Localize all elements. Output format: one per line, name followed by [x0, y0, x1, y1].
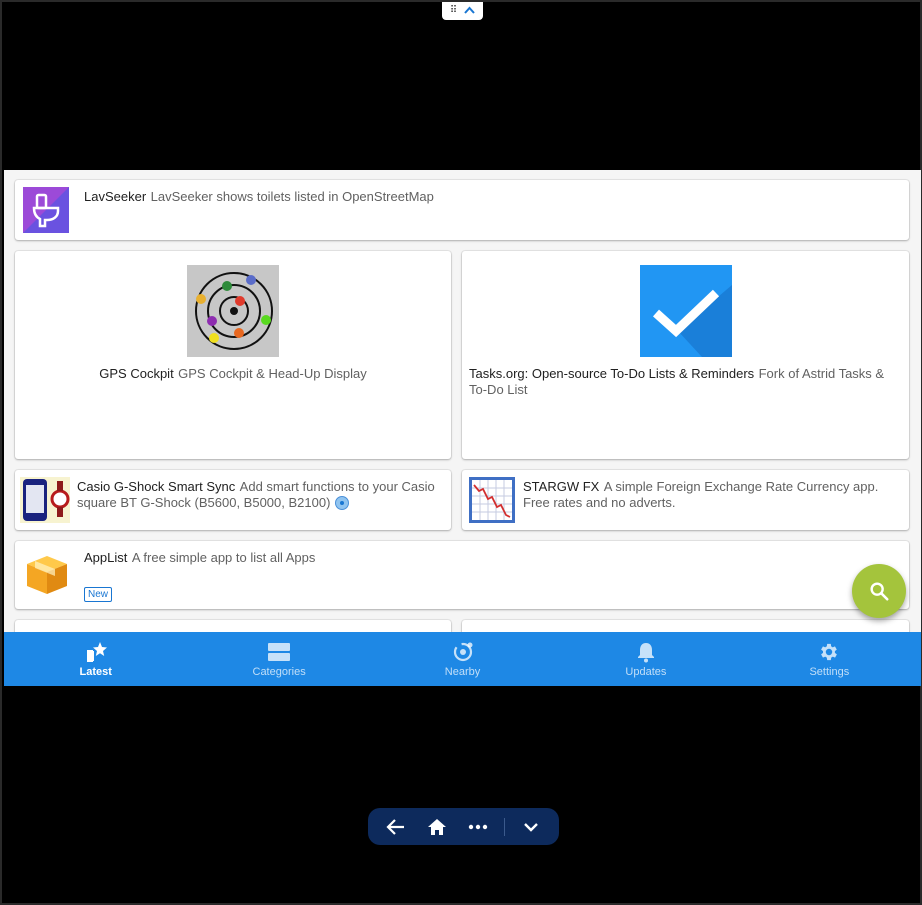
lavseeker-app-icon — [23, 187, 69, 233]
chevron-up-icon[interactable] — [464, 5, 475, 17]
casio-app-icon — [20, 477, 70, 523]
app-screen: LavSeeker LavSeeker shows toilets listed… — [4, 170, 921, 686]
app-name: Casio G-Shock Smart Sync — [77, 479, 236, 494]
app-card-lavseeker[interactable]: LavSeeker LavSeeker shows toilets listed… — [15, 180, 909, 240]
star-icon — [86, 641, 107, 662]
home-button[interactable] — [422, 812, 452, 842]
chevron-down-icon — [523, 822, 538, 832]
more-button[interactable] — [463, 812, 493, 842]
app-card-casio[interactable]: Casio G-Shock Smart Sync Add smart funct… — [15, 470, 451, 530]
app-name: LavSeeker — [84, 189, 147, 204]
window-handle[interactable]: ⠿ — [442, 2, 483, 20]
collapse-button[interactable] — [516, 812, 546, 842]
nav-item-nearby[interactable]: Nearby — [371, 632, 554, 686]
nearby-icon — [453, 642, 473, 661]
app-name: GPS Cockpit — [99, 366, 174, 381]
touch-indicator-icon — [334, 495, 349, 510]
device-frame: ⠿ LavSeeker LavSeeker shows toilets list… — [0, 0, 922, 905]
home-icon — [428, 818, 447, 835]
more-icon — [468, 824, 488, 829]
app-description: GPS Cockpit & Head-Up Display — [178, 366, 367, 381]
nav-label: Categories — [252, 665, 306, 678]
app-card-stargw-fx[interactable]: STARGW FX A simple Foreign Exchange Rate… — [462, 470, 909, 530]
divider — [503, 817, 505, 836]
bottom-navigation: Latest Categories Nearby Updates Setting… — [4, 632, 921, 686]
app-name: STARGW FX — [523, 479, 600, 494]
back-button[interactable] — [381, 812, 411, 842]
tasks-org-app-icon — [640, 265, 732, 357]
categories-icon — [268, 642, 291, 661]
system-navigation-bar — [368, 808, 559, 845]
app-name: AppList — [84, 550, 128, 565]
nav-item-updates[interactable]: Updates — [554, 632, 737, 686]
stargw-fx-app-icon — [469, 477, 515, 523]
nav-label: Latest — [79, 665, 112, 678]
applist-app-icon — [23, 550, 69, 596]
app-description: A free simple app to list all Apps — [131, 550, 316, 565]
app-card-gps-cockpit[interactable]: GPS Cockpit GPS Cockpit & Head-Up Displa… — [15, 251, 451, 459]
nav-label: Updates — [625, 665, 667, 678]
search-icon — [870, 582, 889, 601]
gps-cockpit-app-icon — [187, 265, 279, 357]
nav-item-latest[interactable]: Latest — [4, 632, 187, 686]
drag-grip-icon[interactable]: ⠿ — [450, 6, 457, 16]
gear-icon — [821, 643, 838, 660]
nav-item-categories[interactable]: Categories — [187, 632, 370, 686]
search-fab-button[interactable] — [852, 564, 906, 618]
bell-icon — [637, 642, 654, 662]
nav-label: Settings — [809, 665, 850, 678]
nav-item-settings[interactable]: Settings — [738, 632, 921, 686]
app-card-tasks-org[interactable]: Tasks.org: Open-source To-Do Lists & Rem… — [462, 251, 909, 459]
app-card-applist[interactable]: AppList A free simple app to list all Ap… — [15, 541, 909, 609]
new-badge: New — [84, 587, 113, 602]
back-arrow-icon — [386, 818, 405, 835]
app-name: Tasks.org: Open-source To-Do Lists & Rem… — [469, 366, 755, 381]
nav-label: Nearby — [444, 665, 481, 678]
app-description: LavSeeker shows toilets listed in OpenSt… — [150, 189, 434, 204]
